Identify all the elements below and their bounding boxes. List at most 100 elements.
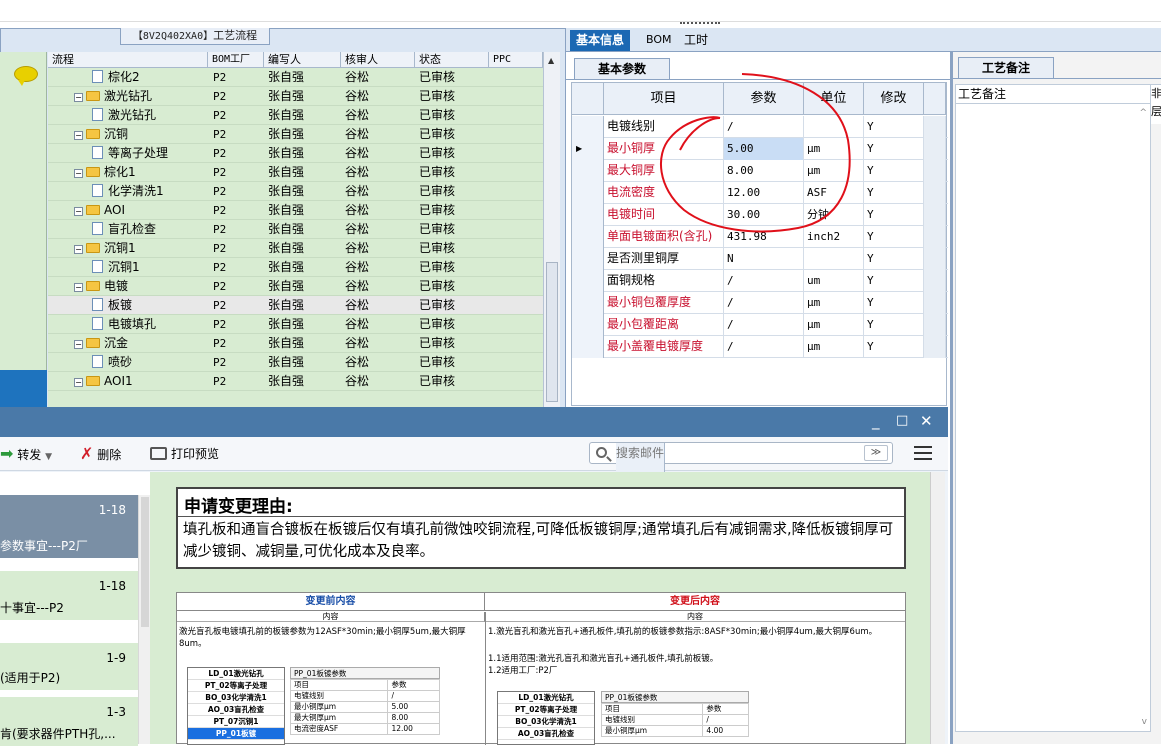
tree-node[interactable]: 化学清洗1 [92, 182, 164, 201]
process-row[interactable]: 板镀 P2 张自强 谷松 已审核 [48, 296, 543, 315]
minimize-icon[interactable]: _ [872, 407, 880, 435]
process-row[interactable]: − 电镀 P2 张自强 谷松 已审核 [48, 277, 543, 296]
tree-node[interactable]: 沉铜1 [92, 258, 140, 277]
col-header-value[interactable]: 参数 [724, 83, 804, 115]
param-value-cell[interactable]: 8.00 [724, 160, 804, 182]
param-row[interactable]: 面铜规格 / um Y [572, 270, 948, 292]
col-header-edit[interactable]: 修改 [864, 83, 924, 115]
splitter-grip[interactable] [680, 22, 720, 28]
notes-scroll-up-icon[interactable]: ^ [1139, 108, 1147, 118]
col-header-bom-factory[interactable]: BOM工厂 [208, 52, 264, 68]
param-value-cell[interactable]: / [724, 270, 804, 292]
process-row[interactable]: − AOI P2 张自强 谷松 已审核 [48, 201, 543, 220]
search-options-chevron-icon[interactable]: ≫ [864, 445, 888, 461]
process-row[interactable]: − 沉金 P2 张自强 谷松 已审核 [48, 334, 543, 353]
process-row[interactable]: − AOI1 P2 张自强 谷松 已审核 [48, 372, 543, 391]
tab-basic-params[interactable]: 基本参数 [574, 58, 670, 80]
param-row[interactable]: 最小包覆距离 / μm Y [572, 314, 948, 336]
menu-list-icon[interactable] [914, 445, 932, 461]
tree-node[interactable]: 棕化2 [92, 68, 140, 87]
mail-list-item[interactable]: 1-18 十事宜---P2 [0, 571, 138, 621]
process-row[interactable]: 等离子处理 P2 张自强 谷松 已审核 [48, 144, 543, 163]
tree-node[interactable]: − 沉铜 [74, 125, 128, 144]
tree-node[interactable]: − 沉铜1 [74, 239, 136, 258]
param-value-cell[interactable]: / [724, 314, 804, 336]
print-preview-button[interactable]: 打印预览 [150, 444, 219, 464]
collapse-icon[interactable]: − [74, 378, 83, 387]
param-row[interactable]: 电镀时间 30.00 分钟 Y [572, 204, 948, 226]
param-edit-cell[interactable]: Y [864, 270, 924, 292]
tree-node[interactable]: 喷砂 [92, 353, 132, 372]
notes-scroll-down-icon[interactable]: v [1142, 717, 1147, 727]
param-row[interactable]: 最小盖覆电镀厚度 / μm Y [572, 336, 948, 358]
tree-node[interactable]: − AOI [74, 201, 125, 220]
col-header-ppc[interactable]: PPC [489, 52, 543, 68]
tab-process-notes[interactable]: 工艺备注 [958, 57, 1054, 79]
mail-list-scroll-thumb[interactable] [141, 497, 149, 627]
collapse-icon[interactable]: − [74, 169, 83, 178]
col-header-item[interactable]: 项目 [604, 83, 724, 115]
tree-node[interactable]: 等离子处理 [92, 144, 168, 163]
param-row[interactable]: 电镀线别 / Y [572, 116, 948, 138]
process-row[interactable]: 棕化2 P2 张自强 谷松 已审核 [48, 68, 543, 87]
collapse-icon[interactable]: − [74, 245, 83, 254]
param-edit-cell[interactable]: Y [864, 182, 924, 204]
mail-list-scrollbar[interactable] [138, 495, 150, 744]
process-row[interactable]: 沉铜1 P2 张自强 谷松 已审核 [48, 258, 543, 277]
tree-node[interactable]: − 激光钻孔 [74, 87, 152, 106]
tree-node[interactable]: 激光钻孔 [92, 106, 156, 125]
mail-search-box[interactable]: 搜索邮件 ≫ [589, 442, 893, 475]
process-row[interactable]: 化学清洗1 P2 张自强 谷松 已审核 [48, 182, 543, 201]
mail-content-scrollbar[interactable] [930, 472, 945, 744]
param-edit-cell[interactable]: Y [864, 292, 924, 314]
param-edit-cell[interactable]: Y [864, 336, 924, 358]
param-edit-cell[interactable]: Y [864, 160, 924, 182]
col-header-unit[interactable]: 单位 [804, 83, 864, 115]
param-row[interactable]: 单面电镀面积(含孔) 431.98 inch2 Y [572, 226, 948, 248]
process-row[interactable]: − 沉铜1 P2 张自强 谷松 已审核 [48, 239, 543, 258]
collapse-icon[interactable]: − [74, 93, 83, 102]
param-edit-cell[interactable]: Y [864, 314, 924, 336]
col-header-writer[interactable]: 编写人 [264, 52, 341, 68]
param-value-cell[interactable]: / [724, 116, 804, 138]
collapse-icon[interactable]: − [74, 131, 83, 140]
collapse-icon[interactable]: − [74, 340, 83, 349]
maximize-icon[interactable]: □ [896, 407, 908, 435]
tree-node[interactable]: − AOI1 [74, 372, 133, 391]
param-edit-cell[interactable]: Y [864, 116, 924, 138]
process-grid-scrollbar[interactable]: ▲ [543, 52, 560, 407]
tree-node[interactable]: − 沉金 [74, 334, 128, 353]
mail-list-item[interactable]: 1-3 肯(要求器件PTH孔,... [0, 697, 138, 747]
param-value-cell[interactable]: 30.00 [724, 204, 804, 226]
process-row[interactable]: 喷砂 P2 张自强 谷松 已审核 [48, 353, 543, 372]
param-row[interactable]: 最大铜厚 8.00 μm Y [572, 160, 948, 182]
param-value-cell[interactable]: / [724, 292, 804, 314]
col-header-reviewer[interactable]: 核审人 [341, 52, 415, 68]
mail-list-item[interactable]: 1-9 (适用于P2) [0, 643, 138, 691]
param-row[interactable]: 最小铜包覆厚度 / μm Y [572, 292, 948, 314]
tree-node[interactable]: − 电镀 [74, 277, 128, 296]
close-icon[interactable]: ✕ [920, 407, 933, 435]
param-edit-cell[interactable]: Y [864, 204, 924, 226]
tree-node[interactable]: 板镀 [92, 296, 132, 315]
scroll-thumb[interactable] [546, 262, 558, 402]
delete-button[interactable]: ✗ 删除 [80, 444, 121, 464]
param-edit-cell[interactable]: Y [864, 138, 924, 160]
param-value-cell[interactable]: 12.00 [724, 182, 804, 204]
notes-body[interactable]: ^ v [955, 104, 1151, 732]
tab-bom[interactable]: BOM [640, 30, 678, 51]
param-value-cell[interactable]: 431.98 [724, 226, 804, 248]
col-header-status[interactable]: 状态 [415, 52, 489, 68]
process-row[interactable]: − 沉铜 P2 张自强 谷松 已审核 [48, 125, 543, 144]
param-row[interactable]: 是否测里铜厚 N Y [572, 248, 948, 270]
process-row[interactable]: 电镀填孔 P2 张自强 谷松 已审核 [48, 315, 543, 334]
process-row[interactable]: − 激光钻孔 P2 张自强 谷松 已审核 [48, 87, 543, 106]
tab-basic-info[interactable]: 基本信息 [570, 30, 631, 51]
scroll-up-icon[interactable]: ▲ [548, 56, 554, 65]
collapse-icon[interactable]: − [74, 207, 83, 216]
param-value-cell[interactable]: / [724, 336, 804, 358]
tree-node[interactable]: 盲孔检查 [92, 220, 156, 239]
param-row[interactable]: 电流密度 12.00 ASF Y [572, 182, 948, 204]
tab-work-hours[interactable]: 工时 [678, 30, 714, 51]
param-edit-cell[interactable]: Y [864, 248, 924, 270]
